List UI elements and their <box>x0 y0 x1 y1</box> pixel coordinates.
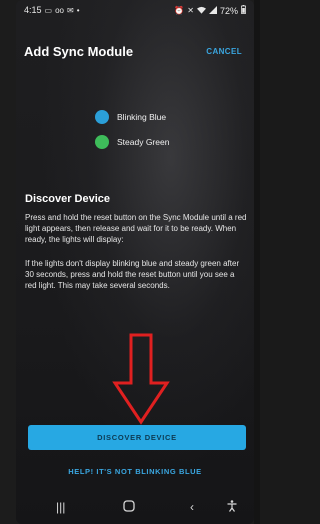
green-light-icon <box>95 135 109 149</box>
status-bar-left: 4:15 ▭ oo ✉ • <box>24 5 80 15</box>
app-screen: 4:15 ▭ oo ✉ • ⏰ ✕ 72% Add Sync Module CA… <box>16 0 254 524</box>
cancel-button[interactable]: CANCEL <box>206 47 242 56</box>
phone-device: 4:15 ▭ oo ✉ • ⏰ ✕ 72% Add Sync Module CA… <box>0 0 260 524</box>
troubleshoot-paragraph: If the lights don't display blinking blu… <box>25 259 240 290</box>
back-icon[interactable]: ‹ <box>190 500 194 514</box>
discover-device-button[interactable]: DISCOVER DEVICE <box>28 425 246 450</box>
status-time: 4:15 <box>24 5 42 15</box>
signal-icon <box>208 5 217 16</box>
blue-light-icon <box>95 110 109 124</box>
mute-icon: ✕ <box>187 6 194 15</box>
legend-item-blinking-blue: Blinking Blue <box>95 109 225 125</box>
battery-percent: 72% <box>219 5 238 16</box>
notification-dot-icon: • <box>76 5 80 15</box>
system-nav-bar: ||| ‹ <box>16 494 254 524</box>
page-title: Add Sync Module <box>24 44 134 59</box>
instructions-paragraph: Press and hold the reset button on the S… <box>25 213 247 244</box>
accessibility-icon[interactable] <box>227 500 237 515</box>
status-bar-right: ⏰ ✕ 72% <box>174 5 246 16</box>
help-not-blinking-link[interactable]: HELP! IT'S NOT BLINKING BLUE <box>16 467 254 476</box>
alarm-icon: ⏰ <box>174 6 185 15</box>
legend-item-steady-green: Steady Green <box>95 134 225 150</box>
message-icon: ▭ <box>44 5 53 15</box>
phone-edge <box>254 0 260 524</box>
home-icon[interactable] <box>123 500 135 515</box>
section-title: Discover Device <box>25 193 110 205</box>
app-header: Add Sync Module CANCEL <box>16 38 254 62</box>
voicemail-icon: oo <box>55 5 64 15</box>
wifi-icon <box>196 6 206 16</box>
battery-icon <box>241 5 246 16</box>
legend-label: Steady Green <box>117 137 170 147</box>
status-bar: 4:15 ▭ oo ✉ • ⏰ ✕ 72% <box>16 0 254 22</box>
legend-label: Blinking Blue <box>117 112 167 122</box>
down-arrow-annotation-icon <box>112 333 170 425</box>
mail-icon: ✉ <box>67 5 74 15</box>
recent-apps-icon[interactable]: ||| <box>56 500 65 514</box>
